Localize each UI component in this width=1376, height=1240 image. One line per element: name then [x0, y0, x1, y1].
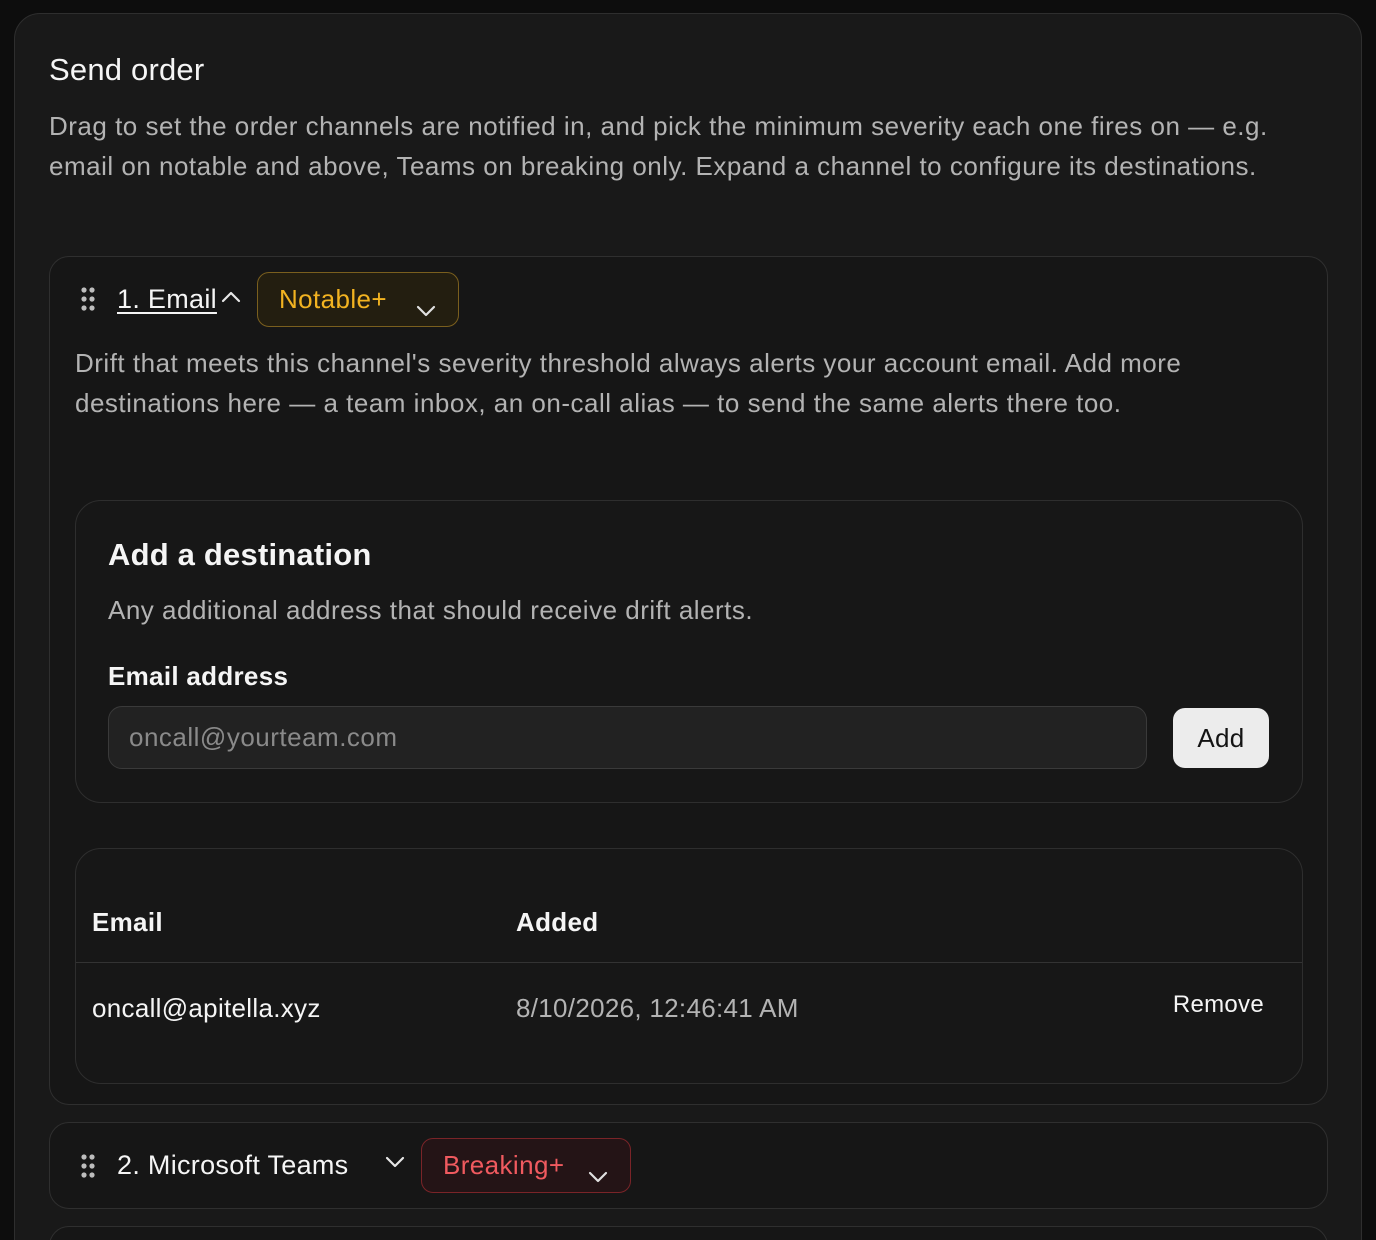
card-subtitle: Any additional address that should recei… [108, 595, 754, 625]
chevron-down-icon[interactable] [385, 1155, 405, 1169]
card-title: Add a destination [108, 537, 372, 572]
channel-toggle-email[interactable]: 1. Email [117, 284, 217, 315]
section-title: Send order [49, 52, 205, 87]
channel-next [49, 1226, 1328, 1240]
column-header-email: Email [92, 907, 163, 937]
chevron-down-icon [416, 294, 436, 325]
column-header-added: Added [516, 907, 599, 937]
drag-handle-icon[interactable] [81, 1154, 95, 1178]
channel-description: Drift that meets this channel's severity… [75, 348, 1182, 418]
send-order-panel: Send order Drag to set the order channel… [14, 13, 1362, 1240]
email-address-label: Email address [108, 661, 289, 691]
severity-select-email[interactable]: Notable+ [257, 272, 459, 327]
add-button[interactable]: Add [1173, 708, 1269, 768]
remove-button[interactable]: Remove [1173, 991, 1264, 1019]
row-email: oncall@apitella.xyz [92, 993, 321, 1023]
chevron-down-icon [588, 1160, 608, 1191]
channel-email: 1. Email Notable+ Drift that meets this … [49, 256, 1328, 1105]
channel-toggle-teams[interactable]: 2. Microsoft Teams [117, 1150, 348, 1181]
header-divider [76, 962, 1302, 963]
chevron-up-icon[interactable] [221, 290, 241, 304]
drag-handle-icon[interactable] [81, 287, 95, 311]
add-destination-card: Add a destination Any additional address… [75, 500, 1303, 803]
severity-value: Notable+ [279, 284, 387, 314]
severity-select-teams[interactable]: Breaking+ [421, 1138, 631, 1193]
row-added: 8/10/2026, 12:46:41 AM [516, 993, 799, 1023]
channel-microsoft-teams: 2. Microsoft Teams Breaking+ [49, 1122, 1328, 1209]
destinations-table: Email Added oncall@apitella.xyz 8/10/202… [75, 848, 1303, 1084]
email-address-input[interactable] [108, 706, 1147, 769]
section-description: Drag to set the order channels are notif… [49, 111, 1268, 181]
severity-value: Breaking+ [443, 1150, 565, 1180]
